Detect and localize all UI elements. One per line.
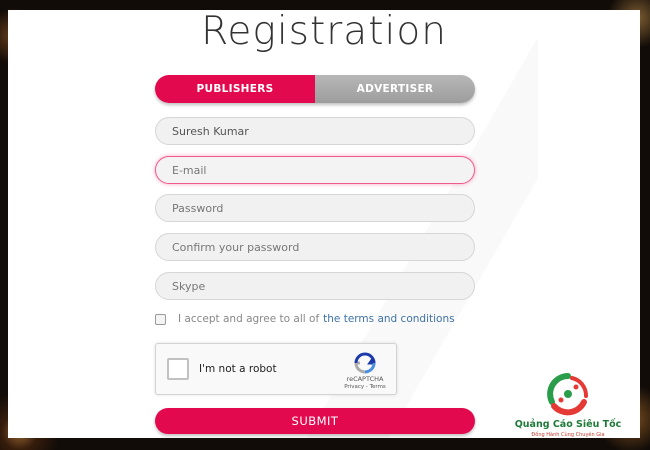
recaptcha-label: I'm not a robot <box>199 363 277 375</box>
registration-card: Registration PUBLISHERS ADVERTISER I acc… <box>8 10 640 438</box>
terms-checkbox[interactable] <box>155 313 166 325</box>
name-field[interactable] <box>155 117 475 145</box>
terms-link[interactable]: the terms and conditions <box>323 313 454 325</box>
tab-publishers[interactable]: PUBLISHERS <box>155 75 315 103</box>
password-field[interactable] <box>155 194 475 222</box>
account-type-tabs: PUBLISHERS ADVERTISER <box>155 75 475 103</box>
recaptcha-checkbox[interactable] <box>167 358 189 380</box>
recaptcha-logo-icon <box>354 352 376 374</box>
terms-text: I accept and agree to all of <box>178 313 320 325</box>
watermark: Quảng Cáo Siêu Tốc Đồng Hành Cùng Chuyên… <box>508 372 628 438</box>
skype-field[interactable] <box>155 272 475 300</box>
watermark-logo-icon <box>547 373 589 416</box>
watermark-name: Quảng Cáo Siêu Tốc <box>514 419 622 430</box>
recaptcha-widget: I'm not a robot reCAPTCHA Privacy - Term… <box>155 343 397 395</box>
recaptcha-links[interactable]: Privacy - Terms <box>336 384 394 390</box>
recaptcha-brand: reCAPTCHA <box>346 375 384 383</box>
watermark-tagline: Đồng Hành Cùng Chuyên Gia <box>531 432 605 438</box>
page-title: Registration <box>201 10 447 54</box>
tab-advertiser[interactable]: ADVERTISER <box>315 75 475 103</box>
submit-button[interactable]: SUBMIT <box>155 408 475 434</box>
terms-row: I accept and agree to all of the terms a… <box>155 312 455 326</box>
email-field[interactable] <box>155 156 475 184</box>
confirm-password-field[interactable] <box>155 233 475 261</box>
